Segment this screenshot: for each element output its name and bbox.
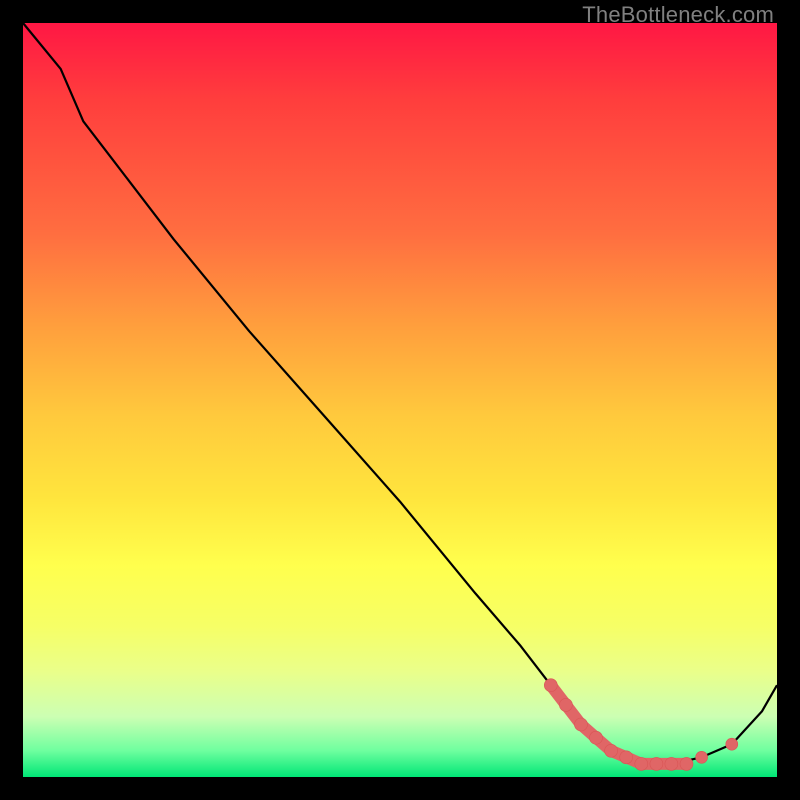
marker-dot: [544, 679, 557, 692]
marker-dot: [605, 744, 618, 757]
marker-dot: [635, 757, 648, 770]
watermark-label: TheBottleneck.com: [582, 2, 774, 28]
chart-frame: TheBottleneck.com: [0, 0, 800, 800]
marker-dot: [665, 757, 678, 770]
plot-area: [23, 23, 777, 777]
marker-dot: [696, 751, 708, 763]
marker-dot: [559, 698, 572, 711]
marker-dot: [726, 738, 738, 750]
curve-svg: [23, 23, 777, 777]
marker-dot: [590, 731, 603, 744]
highlight-run: [551, 685, 687, 764]
marker-dot: [620, 751, 633, 764]
marker-dot: [575, 718, 588, 731]
marker-dot: [650, 757, 663, 770]
marker-dot: [680, 757, 693, 770]
highlight-markers: [544, 679, 738, 771]
bottleneck-line: [23, 23, 777, 764]
